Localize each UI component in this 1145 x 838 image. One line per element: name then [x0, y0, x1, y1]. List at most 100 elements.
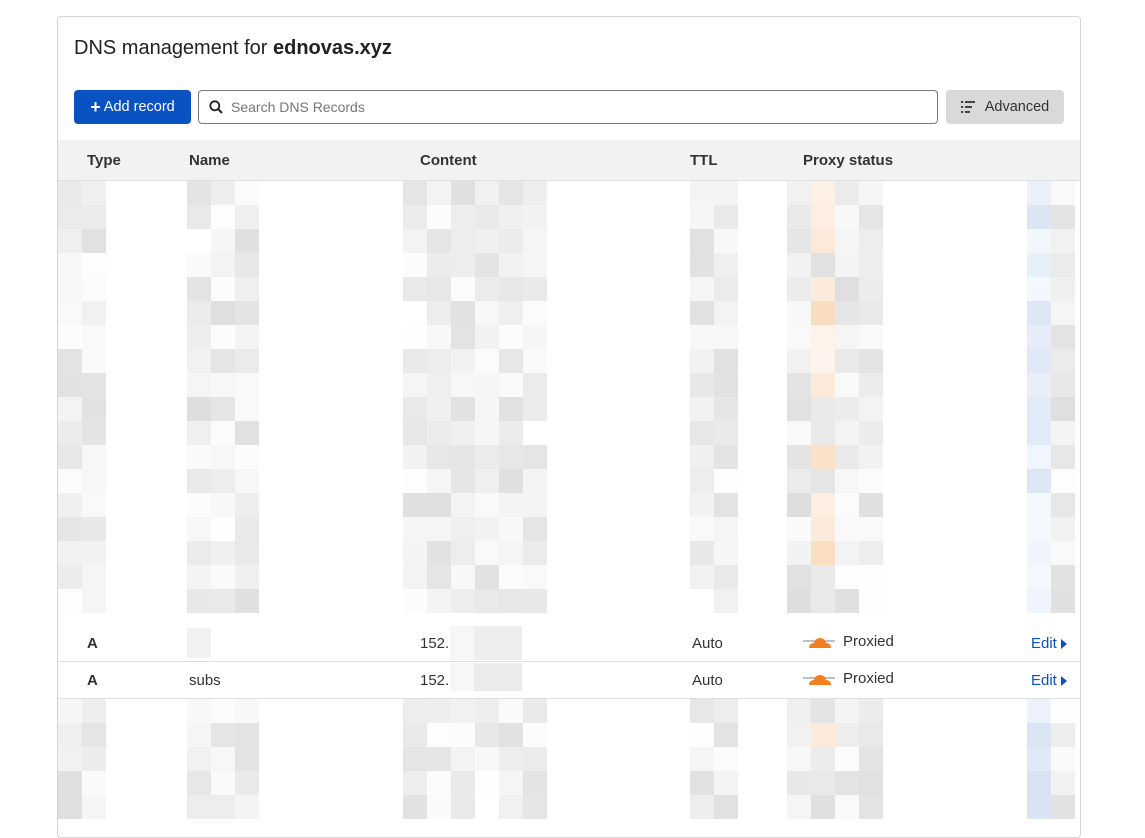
column-header-content[interactable]: Content: [420, 152, 477, 169]
redaction-pixel: [499, 469, 523, 493]
redaction-pixel: [58, 325, 82, 349]
redaction-pixel: [523, 277, 547, 301]
redaction-pixel: [82, 181, 106, 205]
redaction-pixel: [187, 493, 211, 517]
redaction-pixel: [475, 181, 499, 205]
redaction-pixel: [82, 723, 106, 747]
dns-management-card: DNS management for ednovas.xyz + Add rec…: [57, 16, 1081, 838]
redaction-pixel: [835, 517, 859, 541]
redaction-pixel: [859, 445, 883, 469]
redaction-pixel: [1027, 421, 1051, 445]
redaction-pixel: [211, 723, 235, 747]
redaction-pixel: [451, 771, 475, 795]
redaction-pixel: [787, 723, 811, 747]
redaction-pixel: [523, 469, 547, 493]
redaction-pixel: [427, 795, 451, 819]
redaction-pixel: [1051, 469, 1075, 493]
redaction-pixel: [1027, 229, 1051, 253]
column-header-name[interactable]: Name: [189, 152, 230, 169]
redaction-pixel: [235, 253, 259, 277]
redaction-pixel: [82, 349, 106, 373]
redaction-pixel: [211, 373, 235, 397]
redaction-pixel: [499, 229, 523, 253]
redaction-pixel: [787, 517, 811, 541]
redaction-pixel: [787, 493, 811, 517]
redaction-pixel: [211, 181, 235, 205]
redaction-pixel: [714, 421, 738, 445]
redaction-pixel: [211, 205, 235, 229]
redaction-pixel: [82, 325, 106, 349]
table-row[interactable]: A 152. Auto Proxied Edit: [58, 624, 1080, 662]
redaction-pixel: [58, 565, 82, 589]
redaction-pixel: [690, 469, 714, 493]
redaction-pixel: [451, 397, 475, 421]
redaction-pixel: [499, 301, 523, 325]
edit-link[interactable]: Edit: [1031, 635, 1067, 652]
redaction-pixel: [427, 205, 451, 229]
redaction-pixel: [187, 373, 211, 397]
redaction-pixel: [235, 541, 259, 565]
redaction-pixel: [403, 205, 427, 229]
redaction-pixel: [475, 421, 499, 445]
edit-link[interactable]: Edit: [1031, 672, 1067, 689]
redaction-pixel: [1051, 723, 1075, 747]
redaction-pixel: [58, 205, 82, 229]
redaction-pixel: [859, 469, 883, 493]
redaction-pixel: [187, 421, 211, 445]
redaction-pixel: [1027, 541, 1051, 565]
redaction-pixel: [811, 493, 835, 517]
redaction-pixel: [82, 469, 106, 493]
column-header-type[interactable]: Type: [87, 152, 121, 169]
redaction-pixel: [187, 699, 211, 723]
redaction-pixel: [499, 699, 523, 723]
record-ttl: Auto: [692, 635, 723, 652]
redaction-pixel: [835, 181, 859, 205]
redaction-pixel: [835, 205, 859, 229]
redaction-pixel: [690, 229, 714, 253]
redaction-pixel: [835, 723, 859, 747]
redaction-pixel: [58, 771, 82, 795]
plus-icon: +: [90, 97, 101, 117]
redaction-pixel: [787, 589, 811, 613]
redaction-pixel: [82, 565, 106, 589]
redaction-pixel: [499, 795, 523, 819]
redaction-pixel: [427, 541, 451, 565]
advanced-button[interactable]: Advanced: [946, 90, 1064, 124]
redaction-pixel: [475, 397, 499, 421]
redaction-pixel: [427, 565, 451, 589]
redacted-rows-bottom: [58, 699, 1080, 837]
redaction-pixel: [187, 541, 211, 565]
redaction-pixel: [451, 517, 475, 541]
redaction-pixel: [187, 349, 211, 373]
redaction-pixel: [187, 301, 211, 325]
redaction-pixel: [211, 229, 235, 253]
redaction-pixel: [859, 589, 883, 613]
redaction-pixel: [475, 301, 499, 325]
proxy-status-label: Proxied: [843, 633, 894, 650]
redaction-pixel: [811, 205, 835, 229]
redaction-pixel: [787, 301, 811, 325]
redaction-pixel: [1051, 589, 1075, 613]
redaction-pixel: [403, 565, 427, 589]
redaction-pixel: [690, 277, 714, 301]
redaction-pixel: [835, 565, 859, 589]
redaction-pixel: [690, 373, 714, 397]
redaction-pixel: [427, 349, 451, 373]
redaction-pixel: [475, 373, 499, 397]
column-header-ttl[interactable]: TTL: [690, 152, 718, 169]
redaction-pixel: [1027, 747, 1051, 771]
search-box[interactable]: [198, 90, 938, 124]
redaction-pixel: [187, 771, 211, 795]
table-row[interactable]: A subs 152. Auto Proxied Edit: [58, 661, 1080, 699]
redaction-pixel: [499, 723, 523, 747]
redaction-pixel: [235, 421, 259, 445]
add-record-button[interactable]: + Add record: [74, 90, 191, 124]
redaction-pixel: [1027, 181, 1051, 205]
cloud-icon: [803, 674, 835, 685]
redaction-pixel: [427, 469, 451, 493]
redaction-pixel: [1051, 493, 1075, 517]
redaction-pixel: [787, 277, 811, 301]
search-input[interactable]: [229, 98, 913, 116]
column-header-proxy-status[interactable]: Proxy status: [803, 152, 893, 169]
redaction-pixel: [235, 397, 259, 421]
